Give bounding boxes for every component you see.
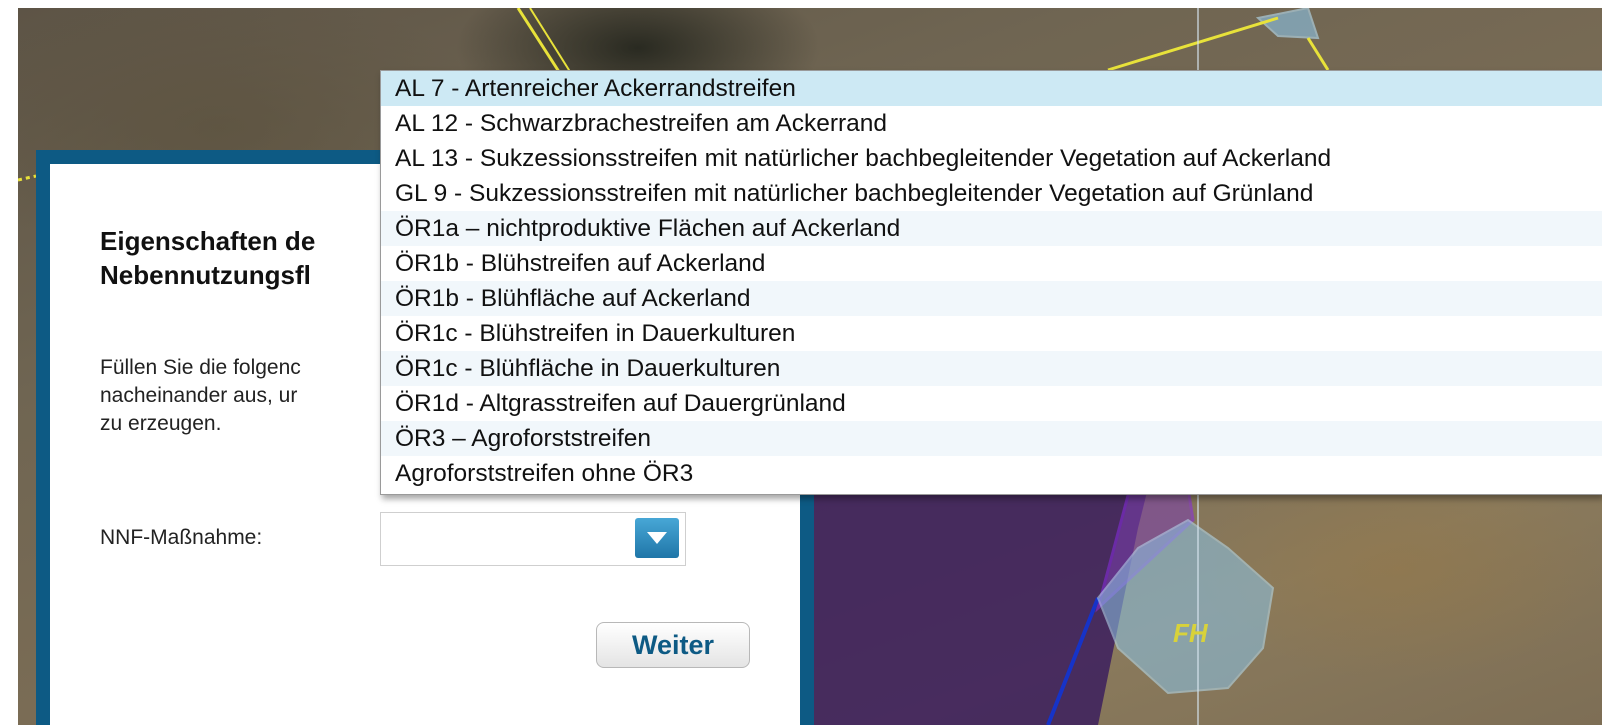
dropdown-option[interactable]: ÖR1b - Blühstreifen auf Ackerland: [381, 246, 1602, 281]
dropdown-option[interactable]: ÖR1d - Altgrasstreifen auf Dauergrünland: [381, 386, 1602, 421]
dropdown-option[interactable]: ÖR1b - Blühfläche auf Ackerland: [381, 281, 1602, 316]
yellow-boundary-left: [18, 174, 37, 182]
nnf-measure-dropdown-list[interactable]: AL 7 - Artenreicher Ackerrandstreifen AL…: [380, 70, 1602, 495]
blue-parcel-polygon-top: [1255, 8, 1320, 40]
dropdown-option[interactable]: GL 9 - Sukzessionsstreifen mit natürlich…: [381, 176, 1602, 211]
yellow-boundary-4: [1306, 37, 1330, 71]
field-label: FH: [1173, 618, 1208, 648]
dropdown-option[interactable]: Agroforststreifen ohne ÖR3: [381, 456, 1602, 491]
yellow-boundary-3: [1107, 16, 1279, 72]
yellow-boundary-2: [529, 8, 575, 79]
dropdown-option[interactable]: ÖR1c - Blühstreifen in Dauerkulturen: [381, 316, 1602, 351]
dropdown-option[interactable]: ÖR1c - Blühfläche in Dauerkulturen: [381, 351, 1602, 386]
chevron-down-icon[interactable]: [635, 518, 679, 558]
dropdown-option[interactable]: ÖR3 – Agroforststreifen: [381, 421, 1602, 456]
dropdown-option[interactable]: AL 13 - Sukzessionsstreifen mit natürlic…: [381, 141, 1602, 176]
yellow-boundary-1: [516, 8, 565, 79]
dropdown-option[interactable]: AL 7 - Artenreicher Ackerrandstreifen: [381, 71, 1602, 106]
dropdown-option[interactable]: AL 12 - Schwarzbrachestreifen am Ackerra…: [381, 106, 1602, 141]
dropdown-option[interactable]: ÖR1a – nichtproduktive Flächen auf Acker…: [381, 211, 1602, 246]
next-button[interactable]: Weiter: [596, 622, 750, 668]
nnf-measure-label: NNF-Maßnahme:: [100, 526, 263, 549]
nnf-measure-select[interactable]: [380, 512, 686, 566]
